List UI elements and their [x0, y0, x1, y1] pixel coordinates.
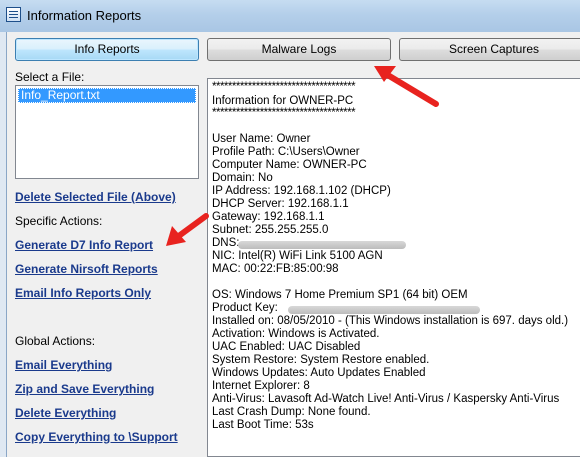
file-list-item[interactable]: Info_Report.txt — [18, 88, 196, 103]
redacted-product-key — [288, 306, 480, 314]
generate-d7-info-report-link[interactable]: Generate D7 Info Report — [15, 238, 153, 252]
report-line: Profile Path: C:\Users\Owner — [212, 146, 360, 158]
redacted-dns — [238, 241, 406, 249]
email-info-reports-only-link[interactable]: Email Info Reports Only — [15, 286, 151, 300]
report-line: OS: Windows 7 Home Premium SP1 (64 bit) … — [212, 289, 468, 301]
report-line: Product Key: — [212, 302, 278, 314]
window-client-area: Info Reports Malware Logs Screen Capture… — [6, 32, 580, 457]
report-separator: ************************************ — [212, 81, 356, 93]
report-line: UAC Enabled: UAC Disabled — [212, 341, 361, 353]
report-line: DHCP Server: 192.168.1.1 — [212, 198, 349, 210]
report-line: Domain: No — [212, 172, 273, 184]
window-title: Information Reports — [27, 8, 142, 23]
report-window-icon — [6, 7, 21, 22]
report-line: DNS: — [212, 237, 240, 249]
select-file-label: Select a File: — [15, 70, 85, 84]
report-header: Information for OWNER-PC — [212, 95, 354, 107]
copy-everything-to-support-link[interactable]: Copy Everything to \Support — [15, 430, 178, 444]
tab-screen-captures[interactable]: Screen Captures — [399, 38, 580, 61]
generate-nirsoft-reports-link[interactable]: Generate Nirsoft Reports — [15, 262, 158, 276]
annotation-arrow-icon — [374, 66, 439, 107]
title-bar: Information Reports — [0, 0, 580, 32]
global-actions-label: Global Actions: — [15, 334, 96, 348]
report-line: Windows Updates: Auto Updates Enabled — [212, 367, 426, 379]
report-line: User Name: Owner — [212, 133, 311, 145]
tab-malware-logs[interactable]: Malware Logs — [207, 38, 391, 61]
specific-actions-label: Specific Actions: — [15, 214, 103, 228]
delete-selected-file-link[interactable]: Delete Selected File (Above) — [15, 190, 176, 204]
report-line: System Restore: System Restore enabled. — [212, 354, 430, 366]
report-line: Installed on: 08/05/2010 - (This Windows… — [212, 315, 569, 327]
report-line: Subnet: 255.255.255.0 — [212, 224, 329, 236]
report-line: MAC: 00:22:FB:85:00:98 — [212, 263, 339, 275]
report-line: IP Address: 192.168.1.102 (DHCP) — [212, 185, 391, 197]
annotation-arrow-icon — [166, 213, 209, 246]
report-line: Last Boot Time: 53s — [212, 419, 314, 431]
report-line: Activation: Windows is Activated. — [212, 328, 380, 340]
report-line: Last Crash Dump: None found. — [212, 406, 371, 418]
file-list[interactable]: Info_Report.txt — [15, 85, 199, 179]
report-separator: ************************************ — [212, 107, 356, 119]
report-line: NIC: Intel(R) WiFi Link 5100 AGN — [212, 250, 383, 262]
report-text-area[interactable]: ************************************ Inf… — [207, 78, 580, 457]
report-line: Internet Explorer: 8 — [212, 380, 310, 392]
report-line: Computer Name: OWNER-PC — [212, 159, 367, 171]
report-line: Gateway: 192.168.1.1 — [212, 211, 325, 223]
delete-everything-link[interactable]: Delete Everything — [15, 406, 116, 420]
tab-info-reports[interactable]: Info Reports — [15, 38, 199, 61]
email-everything-link[interactable]: Email Everything — [15, 358, 112, 372]
report-line: Anti-Virus: Lavasoft Ad-Watch Live! Anti… — [212, 393, 560, 405]
zip-and-save-everything-link[interactable]: Zip and Save Everything — [15, 382, 154, 396]
